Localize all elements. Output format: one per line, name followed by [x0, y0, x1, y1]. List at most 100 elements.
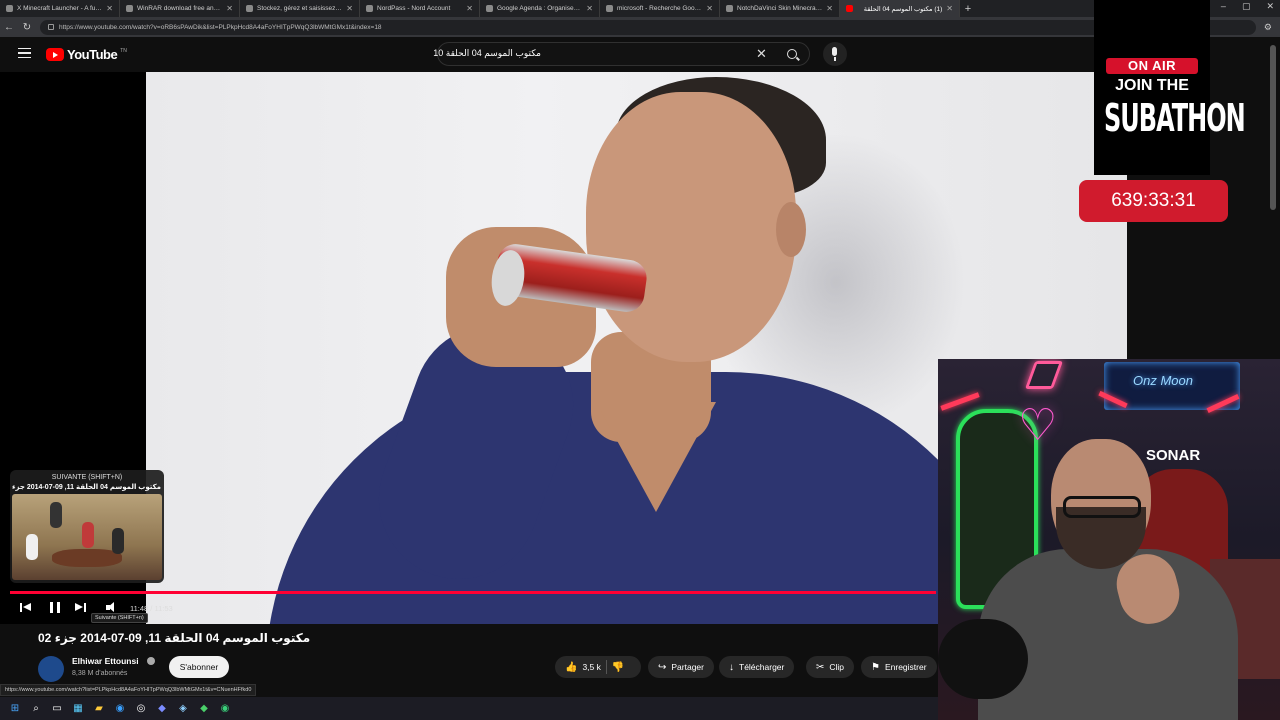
- browser-tab-bar: X Minecraft Launcher - A fully fe... ✕ Wi…: [0, 0, 1280, 17]
- browser-tab[interactable]: Stockez, gérez et saisissez autom... ✕: [240, 0, 360, 17]
- browser-tab-active[interactable]: (1) مكتوب الموسم 04 الحلقة ✕: [840, 0, 960, 17]
- tab-close-icon[interactable]: ✕: [466, 4, 473, 13]
- discord-icon[interactable]: ◆: [155, 702, 169, 716]
- neon-light: [940, 392, 980, 411]
- tab-favicon-icon: [606, 5, 613, 12]
- save-button[interactable]: ⚑ Enregistrer: [861, 656, 937, 678]
- window-controls: – ▢ ✕: [1221, 1, 1274, 12]
- reload-icon[interactable]: ↻: [22, 22, 32, 33]
- download-label: Télécharger: [739, 662, 785, 672]
- channel-avatar[interactable]: [38, 656, 64, 682]
- tab-label: Google Agenda : Organisez-vous...: [497, 5, 583, 12]
- minimize-icon[interactable]: –: [1221, 1, 1226, 12]
- tab-close-icon[interactable]: ✕: [106, 4, 113, 13]
- voice-search-icon[interactable]: [823, 42, 847, 66]
- scrollbar[interactable]: [1270, 45, 1276, 210]
- webcam-overlay: Onz Moon ♡ SONAR: [938, 359, 1280, 720]
- subscriber-count: 8,38 M d'abonnés: [72, 670, 128, 677]
- taskbar-search-icon[interactable]: ⌕: [29, 702, 43, 716]
- share-button[interactable]: ↪ Partager: [648, 656, 714, 678]
- subathon-text: SUBATHON: [1104, 96, 1246, 141]
- tab-favicon-icon: [726, 5, 733, 12]
- tab-close-icon[interactable]: ✕: [226, 4, 233, 13]
- back-icon[interactable]: ←: [4, 22, 14, 33]
- person-head: [586, 92, 796, 362]
- dislike-icon[interactable]: 👎: [612, 662, 624, 673]
- verified-icon: [147, 657, 155, 665]
- browser-tab[interactable]: microsoft - Recherche Google ✕: [600, 0, 720, 17]
- like-icon[interactable]: 👍: [565, 662, 577, 673]
- browser-tab[interactable]: X Minecraft Launcher - A fully fe... ✕: [0, 0, 120, 17]
- subathon-timer: 639:33:31: [1079, 180, 1228, 222]
- share-icon: ↪: [658, 661, 667, 673]
- app-icon[interactable]: ◆: [197, 702, 211, 716]
- next-card-title: مكتوب الموسم 04 الحلقة 11, 09-07-2014 جز…: [10, 484, 161, 491]
- clear-search-icon[interactable]: ✕: [756, 46, 767, 62]
- neon-sign-text: Onz Moon: [1133, 373, 1193, 388]
- microphone: [938, 619, 1028, 699]
- subscribe-button[interactable]: S'abonner: [169, 656, 229, 678]
- volume-icon[interactable]: [106, 602, 118, 613]
- browser-tab[interactable]: NordPass - Nord Account ✕: [360, 0, 480, 17]
- tab-close-icon[interactable]: ✕: [586, 4, 593, 13]
- status-bar-url: https://www.youtube.com/watch?list=PLPkp…: [0, 684, 257, 696]
- url-field[interactable]: https://www.youtube.com/watch?v=oRB6sPAw…: [40, 19, 1256, 35]
- time-display: 11:48 / 11:53: [130, 604, 173, 613]
- file-explorer-icon[interactable]: ▰: [92, 702, 106, 716]
- widgets-icon[interactable]: ▦: [71, 702, 85, 716]
- tab-label: NotchDaVinci Skin Minecraft | Na...: [737, 5, 822, 12]
- next-video-card[interactable]: SUIVANTE (SHIFT+N) مكتوب الموسم 04 الحلق…: [10, 470, 164, 583]
- close-window-icon[interactable]: ✕: [1266, 1, 1274, 12]
- app-icon[interactable]: ◈: [176, 702, 190, 716]
- tab-close-icon[interactable]: ✕: [346, 4, 353, 13]
- video-title: مكتوب الموسم 04 الحلقة 11, 09-07-2014 جز…: [38, 631, 311, 645]
- tab-close-icon[interactable]: ✕: [706, 4, 713, 13]
- like-dislike-group: 👍 3,5 k 👎: [555, 656, 641, 678]
- start-icon[interactable]: ⊞: [8, 702, 22, 716]
- url-text: https://www.youtube.com/watch?v=oRB6sPAw…: [59, 23, 382, 31]
- logo-country: TN: [120, 47, 127, 54]
- menu-icon[interactable]: [18, 48, 31, 58]
- tab-favicon-icon: [126, 5, 133, 12]
- browser-tab[interactable]: Google Agenda : Organisez-vous...✕: [480, 0, 600, 17]
- tab-label: WinRAR download free and supp...: [137, 5, 223, 12]
- address-bar-row: ← ↻ https://www.youtube.com/watch?v=oRB6…: [0, 17, 1280, 37]
- clip-button[interactable]: ✂ Clip: [806, 656, 855, 678]
- chrome-icon[interactable]: ◉: [218, 702, 232, 716]
- progress-bar[interactable]: [10, 591, 936, 594]
- tab-favicon-icon: [366, 5, 373, 12]
- video-player[interactable]: [0, 72, 1127, 624]
- next-tooltip: Suivante (SHIFT+n): [91, 613, 148, 623]
- pause-icon[interactable]: [50, 602, 60, 613]
- extensions-icon[interactable]: ⚙: [1264, 22, 1272, 33]
- tab-label: (1) مكتوب الموسم 04 الحلقة: [863, 5, 943, 13]
- lock-icon: [48, 24, 54, 30]
- channel-name[interactable]: Elhiwar Ettounsi: [72, 656, 139, 666]
- tab-label: X Minecraft Launcher - A fully fe...: [17, 5, 102, 12]
- download-button[interactable]: ↓ Télécharger: [719, 656, 795, 678]
- maximize-icon[interactable]: ▢: [1242, 1, 1251, 12]
- browser-tab[interactable]: NotchDaVinci Skin Minecraft | Na... ✕: [720, 0, 840, 17]
- youtube-favicon-icon: [846, 5, 853, 12]
- search-icon[interactable]: [787, 49, 797, 59]
- thumbnail-figure: [82, 522, 94, 548]
- tab-close-icon[interactable]: ✕: [946, 4, 953, 13]
- like-separator: [605, 660, 607, 674]
- app-icon[interactable]: ◎: [134, 702, 148, 716]
- edge-icon[interactable]: ◉: [113, 702, 127, 716]
- tab-close-icon[interactable]: ✕: [826, 4, 833, 13]
- save-label: Enregistrer: [884, 662, 927, 672]
- like-count[interactable]: 3,5 k: [582, 662, 600, 672]
- youtube-logo[interactable]: YouTube TN: [46, 47, 127, 62]
- windows-taskbar: ⊞ ⌕ ▭ ▦ ▰ ◉ ◎ ◆ ◈ ◆ ◉: [0, 697, 940, 720]
- search-input[interactable]: مكتوب الموسم 04 الحلقة 10 ✕: [433, 42, 810, 66]
- browser-tab[interactable]: WinRAR download free and supp...✕: [120, 0, 240, 17]
- share-label: Partager: [671, 662, 704, 672]
- new-tab-button[interactable]: +: [960, 3, 976, 15]
- thumbnail-figure: [50, 502, 62, 528]
- join-text: JOIN THE: [1115, 77, 1189, 94]
- thumbnail-table: [52, 549, 122, 567]
- scissors-icon: ✂: [816, 661, 825, 673]
- task-view-icon[interactable]: ▭: [50, 702, 64, 716]
- person-vneck: [596, 402, 716, 512]
